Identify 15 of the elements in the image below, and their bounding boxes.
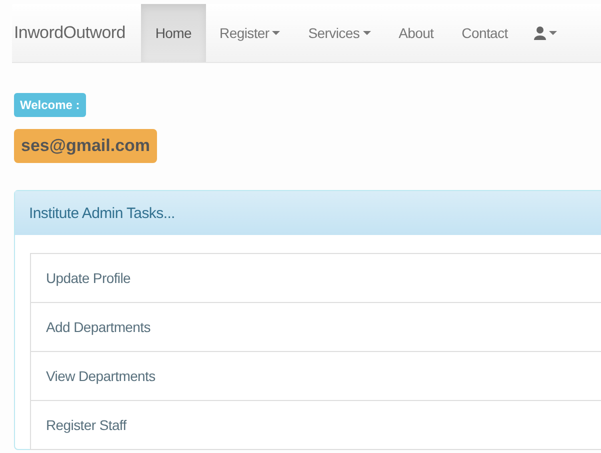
email-label: ses@gmail.com [14, 129, 158, 163]
nav-link[interactable]: Register [206, 4, 294, 62]
nav-link[interactable]: Contact [448, 4, 522, 62]
caret-icon [362, 31, 371, 35]
nav-link[interactable]: About [384, 4, 448, 62]
brand-name[interactable]: InwordOutword [12, 4, 142, 62]
welcome-label: Welcome : [14, 93, 86, 117]
user-icon [534, 26, 546, 40]
nav-link[interactable]: Home [141, 4, 206, 62]
panel-heading: Institute Admin Tasks... [15, 191, 601, 235]
caret-icon [548, 31, 557, 35]
nav-link[interactable]: Services [294, 4, 385, 62]
caret-icon [272, 31, 280, 35]
task-list-item[interactable]: Register Staff [30, 400, 601, 450]
task-list-item[interactable]: Update Profile [30, 253, 601, 303]
